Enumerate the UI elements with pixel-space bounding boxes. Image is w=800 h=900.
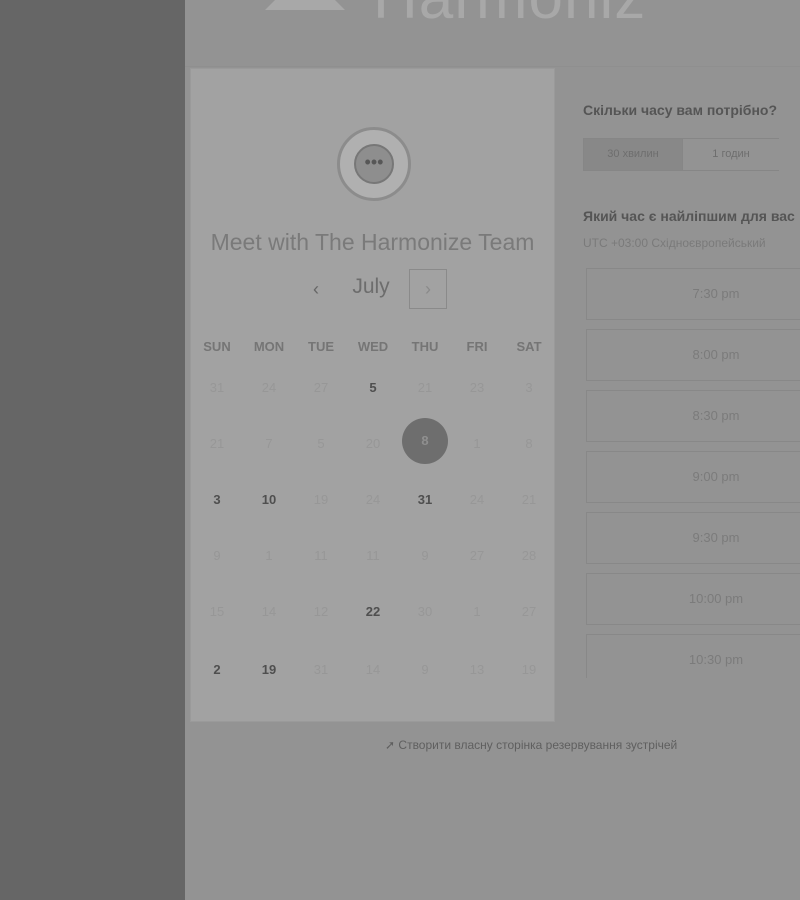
time-slot-button[interactable]: 10:30 pm xyxy=(586,634,800,678)
create-booking-page-link[interactable]: ➚ Створити власну сторінка резервування … xyxy=(385,738,677,752)
next-month-button[interactable]: › xyxy=(409,269,447,309)
month-navigation: ‹ July › xyxy=(191,269,554,313)
calendar-day: 24 xyxy=(469,492,485,507)
calendar-day: 19 xyxy=(313,492,329,507)
chat-bubble-icon: ••• xyxy=(354,144,394,184)
month-label: July xyxy=(352,275,390,298)
calendar-day: 24 xyxy=(261,380,277,395)
calendar-day: 27 xyxy=(521,604,537,619)
calendar-day: 28 xyxy=(521,548,537,563)
time-slot-label: 9:00 pm xyxy=(692,469,740,484)
calendar-day: 27 xyxy=(469,548,485,563)
calendar-day: 11 xyxy=(314,548,328,563)
calendar-day-available[interactable]: 2 xyxy=(194,647,240,693)
brand-logo-text: Harmoniz xyxy=(373,0,646,33)
calendar-day: 24 xyxy=(365,492,381,507)
weekday-thu: THU xyxy=(411,339,439,354)
time-slot-label: 7:30 pm xyxy=(692,286,740,301)
header-divider xyxy=(185,66,800,67)
time-slot-button[interactable]: 9:00 pm xyxy=(586,451,800,503)
calendar-day: 9 xyxy=(421,548,429,563)
weekday-header: SUN MON TUE WED THU FRI SAT xyxy=(191,339,554,359)
calendar-day: 5 xyxy=(317,436,325,451)
prev-month-button[interactable]: ‹ xyxy=(304,277,328,301)
calendar-day: 8 xyxy=(525,436,533,451)
duration-1hour-button[interactable]: 1 годин xyxy=(682,139,779,170)
weekday-sun: SUN xyxy=(203,339,231,354)
time-slot-button[interactable]: 7:30 pm xyxy=(586,268,800,320)
calendar-day-available[interactable]: 31 xyxy=(402,477,448,523)
footer-link-text: Створити власну сторінка резервування зу… xyxy=(398,738,678,752)
calendar-day: 27 xyxy=(313,380,329,395)
team-avatar: ••• xyxy=(337,127,411,201)
time-slot-label: 9:30 pm xyxy=(692,530,740,545)
calendar-day: 21 xyxy=(209,436,225,451)
meeting-title: Meet with The Harmonize Team xyxy=(210,229,535,255)
calendar-day: 19 xyxy=(521,662,537,677)
footer: ➚ Створити власну сторінка резервування … xyxy=(185,730,800,775)
time-question: Який час є найліпшим для вас xyxy=(583,208,795,224)
calendar-day: 1 xyxy=(473,436,481,451)
time-slot-button[interactable]: 8:30 pm xyxy=(586,390,800,442)
calendar-day: 31 xyxy=(313,662,329,677)
calendar-day: 14 xyxy=(261,604,277,619)
weekday-mon: MON xyxy=(253,339,285,354)
time-slot-label: 10:00 pm xyxy=(688,591,744,606)
calendar-day: 9 xyxy=(213,548,221,563)
duration-30min-button[interactable]: 30 хвилин xyxy=(584,139,682,170)
time-slot-label: 10:30 pm xyxy=(688,652,744,667)
calendar-day: 11 xyxy=(366,548,380,563)
calendar-day-available[interactable]: 22 xyxy=(350,589,396,635)
calendar-day: 20 xyxy=(365,436,381,451)
calendar-day-available[interactable]: 19 xyxy=(246,647,292,693)
calendar-day: 7 xyxy=(265,436,273,451)
arrow-icon: ➚ xyxy=(385,738,396,752)
timezone-label[interactable]: UTC +03:00 Східноєвропейський xyxy=(583,236,766,250)
calendar-day-available[interactable]: 3 xyxy=(194,477,240,523)
calendar-day-selected[interactable]: 8 xyxy=(402,418,448,464)
time-slot-button[interactable]: 8:00 pm xyxy=(586,329,800,381)
weekday-sat: SAT xyxy=(516,339,542,354)
booking-page: Harmoniz ••• Meet with The Harmonize Tea… xyxy=(185,0,800,900)
calendar-day: 3 xyxy=(525,380,533,395)
calendar-day: 30 xyxy=(417,604,433,619)
calendar-day-available[interactable]: 5 xyxy=(350,365,396,411)
calendar-day: 23 xyxy=(469,380,485,395)
calendar-day: 13 xyxy=(469,662,485,677)
time-slot-label: 8:00 pm xyxy=(692,347,740,362)
calendar-day: 9 xyxy=(421,662,429,677)
calendar-day: 14 xyxy=(365,662,381,677)
time-slot-button[interactable]: 9:30 pm xyxy=(586,512,800,564)
logo-icon xyxy=(265,0,345,10)
weekday-wed: WED xyxy=(357,339,389,354)
duration-selector: 30 хвилин 1 годин xyxy=(583,138,779,171)
calendar-card: ••• Meet with The Harmonize Team ‹ July … xyxy=(190,68,555,722)
calendar-day-available[interactable]: 10 xyxy=(246,477,292,523)
calendar-day: 21 xyxy=(521,492,537,507)
weekday-tue: TUE xyxy=(308,339,334,354)
calendar-day: 1 xyxy=(265,548,273,563)
calendar-day: 21 xyxy=(417,380,433,395)
calendar-day: 1 xyxy=(473,604,481,619)
weekday-fri: FRI xyxy=(466,339,488,354)
calendar-day: 12 xyxy=(313,604,329,619)
duration-question: Скільки часу вам потрібно? xyxy=(583,102,778,118)
calendar-day: 15 xyxy=(209,604,225,619)
time-slot-button[interactable]: 10:00 pm xyxy=(586,573,800,625)
left-overlay-strip xyxy=(0,0,185,900)
time-slot-label: 8:30 pm xyxy=(692,408,740,423)
header: Harmoniz xyxy=(185,0,800,60)
calendar-day: 31 xyxy=(209,380,225,395)
